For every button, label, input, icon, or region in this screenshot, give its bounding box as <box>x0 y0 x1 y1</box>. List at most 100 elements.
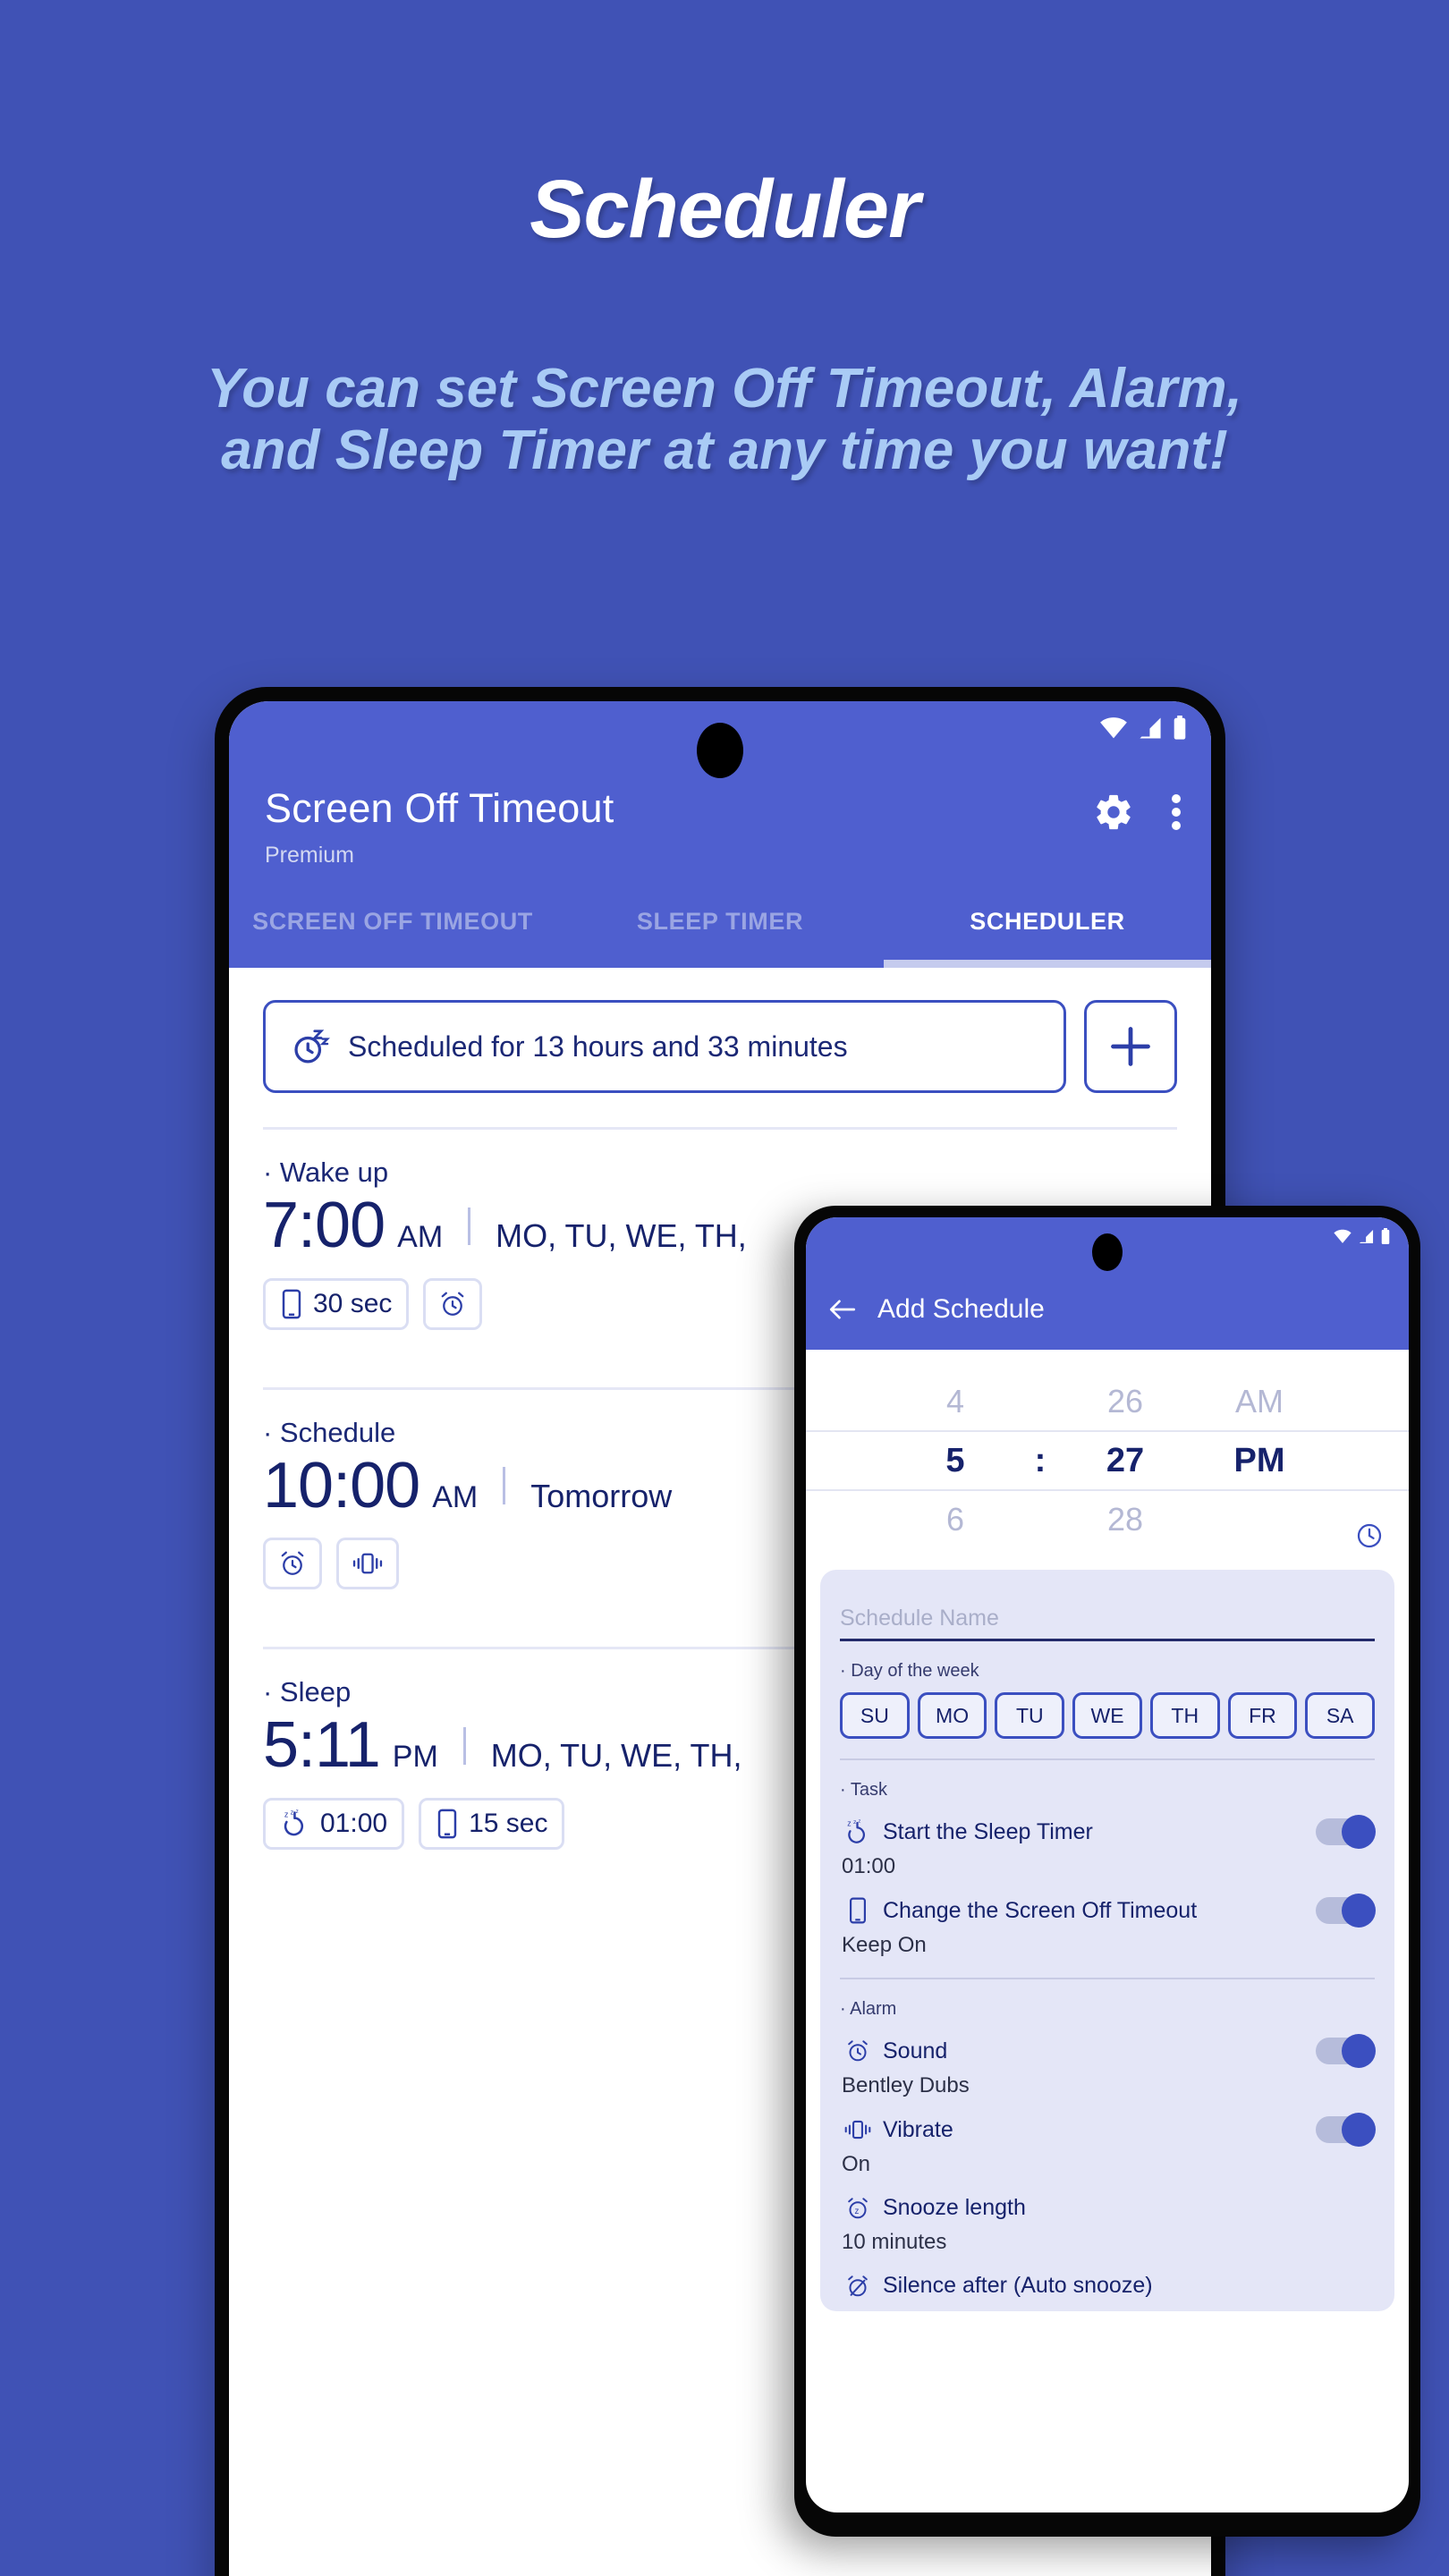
meridiem-prev[interactable]: AM <box>1192 1373 1326 1430</box>
picker-gap <box>1022 1491 1058 1548</box>
vibrate-icon <box>840 2118 876 2141</box>
alarm-row-sound[interactable]: Sound <box>840 2034 1376 2068</box>
hour-next[interactable]: 6 <box>888 1491 1022 1548</box>
promo-subtitle: You can set Screen Off Timeout, Alarm, a… <box>0 358 1449 482</box>
schedule-title: · Wake up <box>263 1157 389 1188</box>
alarm-row-snooze-length[interactable]: z Snooze length <box>840 2195 1375 2221</box>
signal-icon <box>1358 1229 1375 1244</box>
hour-prev[interactable]: 4 <box>888 1373 1022 1430</box>
sleep-timer-icon: z z z <box>840 1818 876 1845</box>
task-label: Change the Screen Off Timeout <box>883 1897 1198 1923</box>
gear-icon[interactable] <box>1093 792 1134 833</box>
minute-prev[interactable]: 26 <box>1058 1373 1192 1430</box>
chip-label: 30 sec <box>313 1288 393 1318</box>
chip-alarm <box>263 1538 322 1590</box>
sleep-timer-icon: z z z <box>280 1809 310 1839</box>
svg-text:z: z <box>859 1819 861 1825</box>
input-underline <box>840 1639 1375 1641</box>
schedule-name-placeholder: Schedule Name <box>840 1606 999 1631</box>
svg-text:z: z <box>296 1809 299 1815</box>
day-chip-sa[interactable]: SA <box>1305 1692 1376 1739</box>
chip-alarm <box>423 1277 483 1330</box>
minute-next[interactable]: 28 <box>1058 1491 1192 1548</box>
phone-screen-icon <box>436 1809 459 1839</box>
chip-label: 01:00 <box>320 1808 388 1838</box>
schedule-time: 7:00 <box>263 1190 386 1261</box>
schedule-time: 5:11 <box>263 1709 381 1782</box>
minute-selected[interactable]: 27 <box>1058 1432 1192 1489</box>
alarm-row-silence-after[interactable]: Silence after (Auto snooze) <box>840 2273 1375 2299</box>
schedule-days: Tomorrow <box>530 1477 673 1514</box>
task-label: Start the Sleep Timer <box>883 1818 1093 1844</box>
alarm-value: 10 minutes <box>842 2230 947 2254</box>
hour-selected[interactable]: 5 <box>888 1432 1022 1489</box>
day-chip-su[interactable]: SU <box>840 1692 910 1739</box>
alarm-label: Sound <box>883 2038 948 2063</box>
day-chip-mo[interactable]: MO <box>917 1692 987 1739</box>
add-schedule-button[interactable] <box>1084 1000 1177 1093</box>
alarm-toggle[interactable] <box>1316 2113 1376 2147</box>
day-chip-fr[interactable]: FR <box>1227 1692 1298 1739</box>
sleep-timer-icon <box>291 1027 330 1066</box>
alarm-row-vibrate[interactable]: Vibrate <box>840 2113 1376 2147</box>
time-picker-row-next: 6 28 <box>806 1491 1409 1548</box>
alarm-clock-icon <box>278 1549 307 1578</box>
battery-icon <box>1172 716 1188 741</box>
day-chip-tu[interactable]: TU <box>995 1692 1065 1739</box>
task-value: 01:00 <box>842 1854 896 1878</box>
vibrate-icon <box>352 1550 384 1577</box>
more-vertical-icon[interactable] <box>1170 791 1182 834</box>
task-toggle[interactable] <box>1316 1894 1376 1928</box>
divider <box>503 1467 506 1505</box>
alarm-toggle[interactable] <box>1316 2034 1376 2068</box>
alarm-off-icon <box>840 2274 876 2299</box>
day-chip-we[interactable]: WE <box>1072 1692 1142 1739</box>
arrow-left-icon[interactable] <box>827 1296 858 1323</box>
promo-title: Scheduler <box>530 164 920 255</box>
alarm-label: Vibrate <box>883 2116 953 2142</box>
alarm-label: Snooze length <box>883 2195 1026 2220</box>
signal-icon <box>1137 716 1164 740</box>
add-schedule-title: Add Schedule <box>877 1294 1045 1324</box>
meridiem-next <box>1192 1491 1326 1548</box>
day-chip-th[interactable]: TH <box>1149 1692 1220 1739</box>
add-schedule-sheet: Schedule Name · Day of the week SU MO TU… <box>820 1570 1394 2311</box>
chip-sleep-timer: z z z 01:00 <box>263 1797 405 1850</box>
chip-vibrate <box>336 1538 399 1590</box>
meridiem-selected[interactable]: PM <box>1192 1432 1326 1489</box>
schedule-time: 10:00 <box>263 1449 420 1521</box>
divider <box>462 1726 466 1765</box>
schedule-name-field[interactable]: Schedule Name <box>840 1586 1375 1641</box>
promo-subtitle-line-2: and Sleep Timer at any time you want! <box>221 419 1228 482</box>
divider <box>468 1207 471 1245</box>
task-row-sleep-timer[interactable]: z z z Start the Sleep Timer <box>840 1815 1376 1849</box>
plus-icon <box>1107 1023 1154 1070</box>
camera-punch-hole <box>1092 1233 1123 1271</box>
front-phone-frame: Add Schedule 4 26 AM 5 : 27 PM 6 28 Sche… <box>794 1206 1420 2537</box>
svg-text:z: z <box>855 2206 860 2216</box>
app-bar-actions <box>1093 791 1182 834</box>
time-picker-row-selected: 5 : 27 PM <box>806 1430 1409 1491</box>
task-row-screen-off-timeout[interactable]: Change the Screen Off Timeout <box>840 1894 1376 1928</box>
schedule-meridiem: AM <box>397 1220 444 1254</box>
task-toggle[interactable] <box>1316 1815 1376 1849</box>
scheduled-status-pill[interactable]: Scheduled for 13 hours and 33 minutes <box>263 1000 1066 1093</box>
tab-sleep-timer[interactable]: SLEEP TIMER <box>556 875 884 968</box>
time-picker-row-prev: 4 26 AM <box>806 1373 1409 1430</box>
add-schedule-app-bar: Add Schedule <box>806 1217 1409 1350</box>
promo-screenshot: Scheduler You can set Screen Off Timeout… <box>0 0 1449 2576</box>
schedule-meridiem: PM <box>392 1740 438 1775</box>
tab-scheduler[interactable]: SCHEDULER <box>884 875 1211 968</box>
wifi-icon <box>1333 1229 1352 1244</box>
clock-icon[interactable] <box>1355 1521 1384 1550</box>
tab-screen-off-timeout[interactable]: SCREEN OFF TIMEOUT <box>229 875 556 968</box>
chip-screen-off-timeout: 30 sec <box>263 1277 410 1330</box>
time-picker: 4 26 AM 5 : 27 PM 6 28 <box>806 1350 1409 1557</box>
chip-label: 15 sec <box>469 1808 548 1838</box>
time-separator: : <box>1034 1442 1046 1479</box>
front-phone-screen: Add Schedule 4 26 AM 5 : 27 PM 6 28 Sche… <box>806 1217 1409 2512</box>
tab-bar: SCREEN OFF TIMEOUT SLEEP TIMER SCHEDULER <box>229 875 1211 968</box>
alarm-clock-icon <box>840 2038 876 2063</box>
app-subtitle: Premium <box>265 843 355 868</box>
chip-screen-off-timeout: 15 sec <box>419 1797 565 1850</box>
